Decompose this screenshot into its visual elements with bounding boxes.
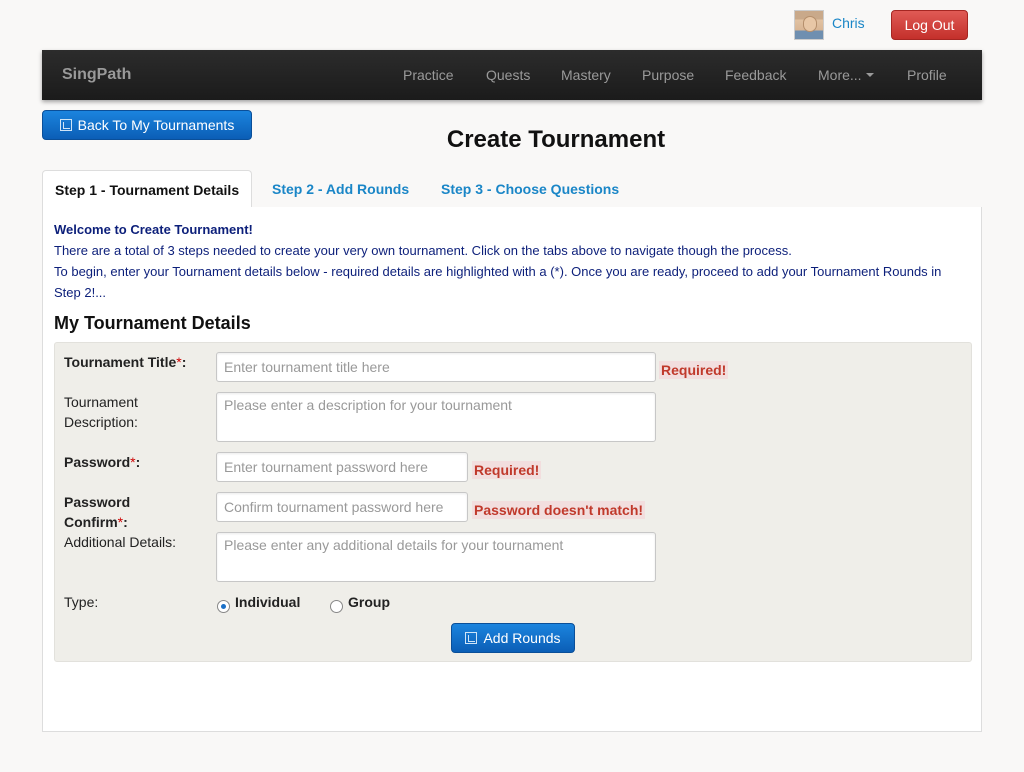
tab-step-3[interactable]: Step 3 - Choose Questions <box>429 170 631 208</box>
caret-down-icon <box>865 73 874 78</box>
nav-more-label: More... <box>818 67 862 83</box>
password-label-colon: : <box>135 454 141 470</box>
type-individual-label[interactable]: Individual <box>235 594 300 610</box>
additional-details-textarea[interactable] <box>216 532 656 582</box>
additional-details-label: Additional Details: <box>64 534 177 550</box>
welcome-line-2: To begin, enter your Tournament details … <box>54 264 942 300</box>
type-label: Type: <box>64 594 99 610</box>
page-title: Create Tournament <box>446 126 666 153</box>
avatar[interactable] <box>794 10 824 40</box>
tournament-title-input[interactable] <box>216 352 656 382</box>
nav-mastery[interactable]: Mastery <box>561 67 611 83</box>
title-error: Required! <box>659 361 729 379</box>
password-error: Required! <box>472 461 542 479</box>
tab-panel: Welcome to Create Tournament! There are … <box>42 207 982 732</box>
password-confirm-error: Password doesn't match! <box>472 501 646 519</box>
section-title: My Tournament Details <box>54 313 251 333</box>
user-bar: Chris Log Out <box>0 10 1024 42</box>
nav-quests[interactable]: Quests <box>486 67 530 83</box>
title-label: Tournament Title*: <box>64 352 186 372</box>
password-confirm-input[interactable] <box>216 492 468 522</box>
tab-step-2[interactable]: Step 2 - Add Rounds <box>260 170 421 208</box>
type-group-radio[interactable] <box>330 600 343 613</box>
add-icon <box>465 632 478 644</box>
face-icon <box>803 16 817 32</box>
nav-feedback[interactable]: Feedback <box>725 67 786 83</box>
brand-logo[interactable]: SingPath <box>62 66 131 84</box>
add-rounds-button[interactable]: Add Rounds <box>451 623 575 653</box>
top-navbar: SingPath Practice Quests Mastery Purpose… <box>42 50 982 100</box>
tab-step-1[interactable]: Step 1 - Tournament Details <box>42 170 253 209</box>
tournament-description-textarea[interactable] <box>216 392 656 442</box>
password-label-text: Password <box>64 454 131 470</box>
type-group-label[interactable]: Group <box>348 594 390 610</box>
welcome-line-1: There are a total of 3 steps needed to c… <box>54 243 792 258</box>
title-label-colon: : <box>181 354 187 370</box>
password-confirm-label: Password Confirm*: <box>64 492 154 532</box>
welcome-message: Welcome to Create Tournament! There are … <box>54 219 964 303</box>
nav-profile[interactable]: Profile <box>907 67 947 83</box>
nav-more-dropdown[interactable]: More... <box>818 67 874 83</box>
password-label: Password*: <box>64 452 140 472</box>
tournament-form: Tournament Title*: Required! Tournament … <box>54 342 972 662</box>
logout-button[interactable]: Log Out <box>891 10 968 40</box>
welcome-heading: Welcome to Create Tournament! <box>54 222 253 237</box>
type-individual-radio[interactable] <box>217 600 230 613</box>
step-tabs: Step 1 - Tournament Details Step 2 - Add… <box>42 170 982 209</box>
title-label-text: Tournament Title <box>64 354 177 370</box>
user-name-link[interactable]: Chris <box>832 15 865 31</box>
password-input[interactable] <box>216 452 468 482</box>
password-confirm-label-colon: : <box>123 514 128 530</box>
description-label: Tournament Description: <box>64 394 138 430</box>
nav-purpose[interactable]: Purpose <box>642 67 694 83</box>
nav-practice[interactable]: Practice <box>403 67 454 83</box>
add-rounds-label: Add Rounds <box>483 630 561 646</box>
